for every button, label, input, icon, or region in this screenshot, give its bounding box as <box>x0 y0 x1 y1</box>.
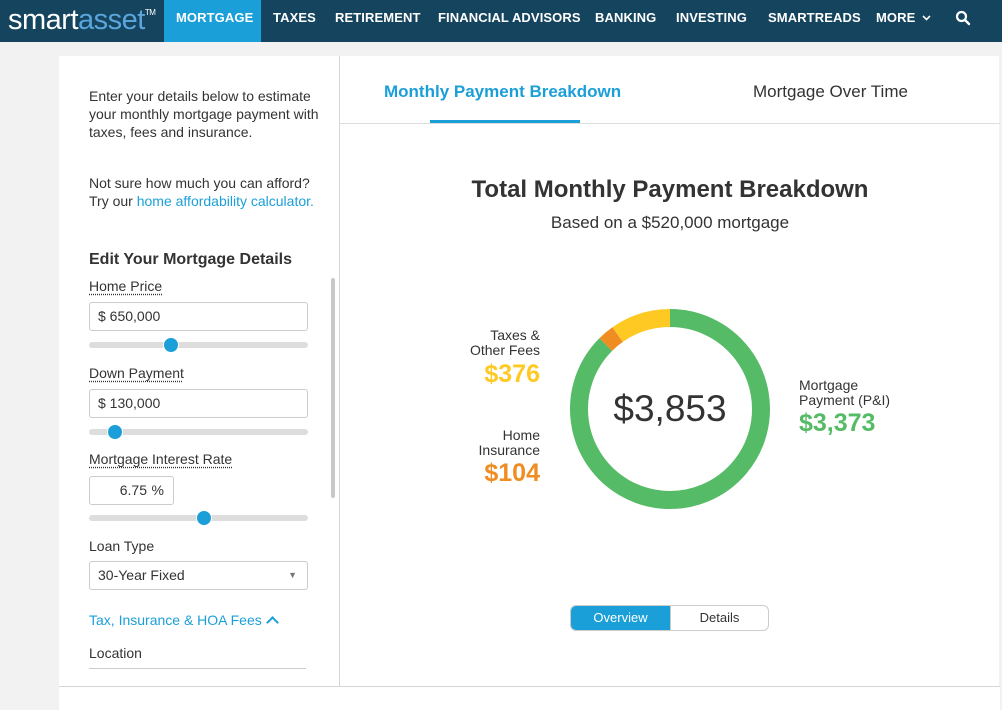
tab-monthly-payment-breakdown[interactable]: Monthly Payment Breakdown <box>384 82 621 102</box>
interest-rate-slider[interactable] <box>89 510 308 526</box>
mortgage-details-panel: Enter your details below to estimate you… <box>59 56 339 686</box>
taxes-fees-label: Taxes & Other Fees <box>460 328 540 358</box>
mortgage-label-line1: Mortgage <box>799 377 859 393</box>
tax-insurance-hoa-toggle[interactable]: Tax, Insurance & HOA Fees <box>89 612 279 629</box>
details-button[interactable]: Details <box>670 606 768 630</box>
home-price-input[interactable]: $ 650,000 <box>89 302 308 331</box>
insurance-label-line1: Home <box>502 427 540 443</box>
nav-banking[interactable]: BANKING <box>595 0 656 42</box>
chart-title: Total Monthly Payment Breakdown <box>471 176 869 203</box>
dropdown-arrow-icon: ▼ <box>288 570 297 580</box>
interest-rate-value: 6.75 <box>119 482 147 498</box>
interest-rate-slider-handle[interactable] <box>195 510 212 526</box>
down-payment-input[interactable]: $ 130,000 <box>89 389 308 418</box>
total-monthly-payment: $3,853 <box>613 388 727 429</box>
tab-mortgage-over-time[interactable]: Mortgage Over Time <box>753 82 908 102</box>
taxes-label-line1: Taxes & <box>490 327 540 343</box>
search-icon[interactable] <box>955 10 971 26</box>
loan-type-value: 30-Year Fixed <box>98 567 185 583</box>
view-toggle: Overview Details <box>570 605 769 631</box>
down-payment-slider-handle[interactable] <box>106 424 123 440</box>
nav-investing[interactable]: INVESTING <box>676 0 747 42</box>
logo-tm: TM <box>144 8 156 17</box>
nav-taxes[interactable]: TAXES <box>273 0 316 42</box>
interest-rate-input[interactable]: 6.75 % <box>89 476 174 505</box>
donut-segment-taxes <box>612 309 671 343</box>
home-price-slider[interactable] <box>89 337 308 353</box>
donut-segment-insurance <box>599 327 623 351</box>
chart-subtitle: Based on a $520,000 mortgage <box>550 213 790 232</box>
home-insurance-label: Home Insurance <box>460 428 540 458</box>
affordability-text: Not sure how much you can afford? Try ou… <box>89 174 319 210</box>
percent-unit: % <box>151 482 164 498</box>
chevron-up-icon <box>265 616 279 629</box>
mortgage-label-line2: Payment (P&I) <box>799 392 891 408</box>
home-price-label: Home Price <box>89 278 163 294</box>
location-field[interactable] <box>89 668 306 669</box>
affordability-calculator-link[interactable]: home affordability calculator. <box>137 193 314 209</box>
mortgage-payment-label: Mortgage Payment (P&I) <box>799 378 890 408</box>
insurance-label-line2: Insurance <box>478 442 540 458</box>
loan-type-select[interactable]: 30-Year Fixed ▼ <box>89 561 308 590</box>
panel-scrollbar[interactable] <box>331 278 335 498</box>
home-insurance-value: $104 <box>484 459 540 487</box>
logo-asset: asset <box>78 4 145 36</box>
taxes-fees-value: $376 <box>484 360 540 388</box>
down-payment-label: Down Payment <box>89 365 184 381</box>
section-title: Edit Your Mortgage Details <box>89 251 292 268</box>
tab-divider <box>340 123 1000 124</box>
nav-retirement[interactable]: RETIREMENT <box>335 0 421 42</box>
footer-area <box>59 687 1000 710</box>
down-payment-slider[interactable] <box>89 424 308 440</box>
tax-toggle-label: Tax, Insurance & HOA Fees <box>89 612 262 628</box>
nav-more[interactable]: MORE <box>876 0 931 42</box>
top-nav: smartassetTM MORTGAGE TAXES RETIREMENT F… <box>0 0 1002 42</box>
loan-type-label: Loan Type <box>89 538 155 554</box>
intro-text: Enter your details below to estimate you… <box>89 88 319 140</box>
chevron-down-icon <box>922 15 931 21</box>
breakdown-panel: Monthly Payment Breakdown Mortgage Over … <box>339 56 1000 686</box>
nav-more-label: MORE <box>876 10 916 25</box>
home-price-slider-handle[interactable] <box>163 337 180 353</box>
smartasset-logo[interactable]: smartassetTM <box>8 4 156 37</box>
taxes-label-line2: Other Fees <box>469 342 540 358</box>
nav-mortgage[interactable]: MORTGAGE <box>164 0 261 42</box>
interest-rate-label: Mortgage Interest Rate <box>89 451 233 467</box>
nav-smartreads[interactable]: SMARTREADS <box>768 0 861 42</box>
location-label: Location <box>89 645 142 661</box>
mortgage-payment-value: $3,373 <box>799 409 876 437</box>
overview-button[interactable]: Overview <box>571 606 670 630</box>
logo-smart: smart <box>8 4 79 36</box>
nav-financial-advisors[interactable]: FINANCIAL ADVISORS <box>438 0 581 42</box>
